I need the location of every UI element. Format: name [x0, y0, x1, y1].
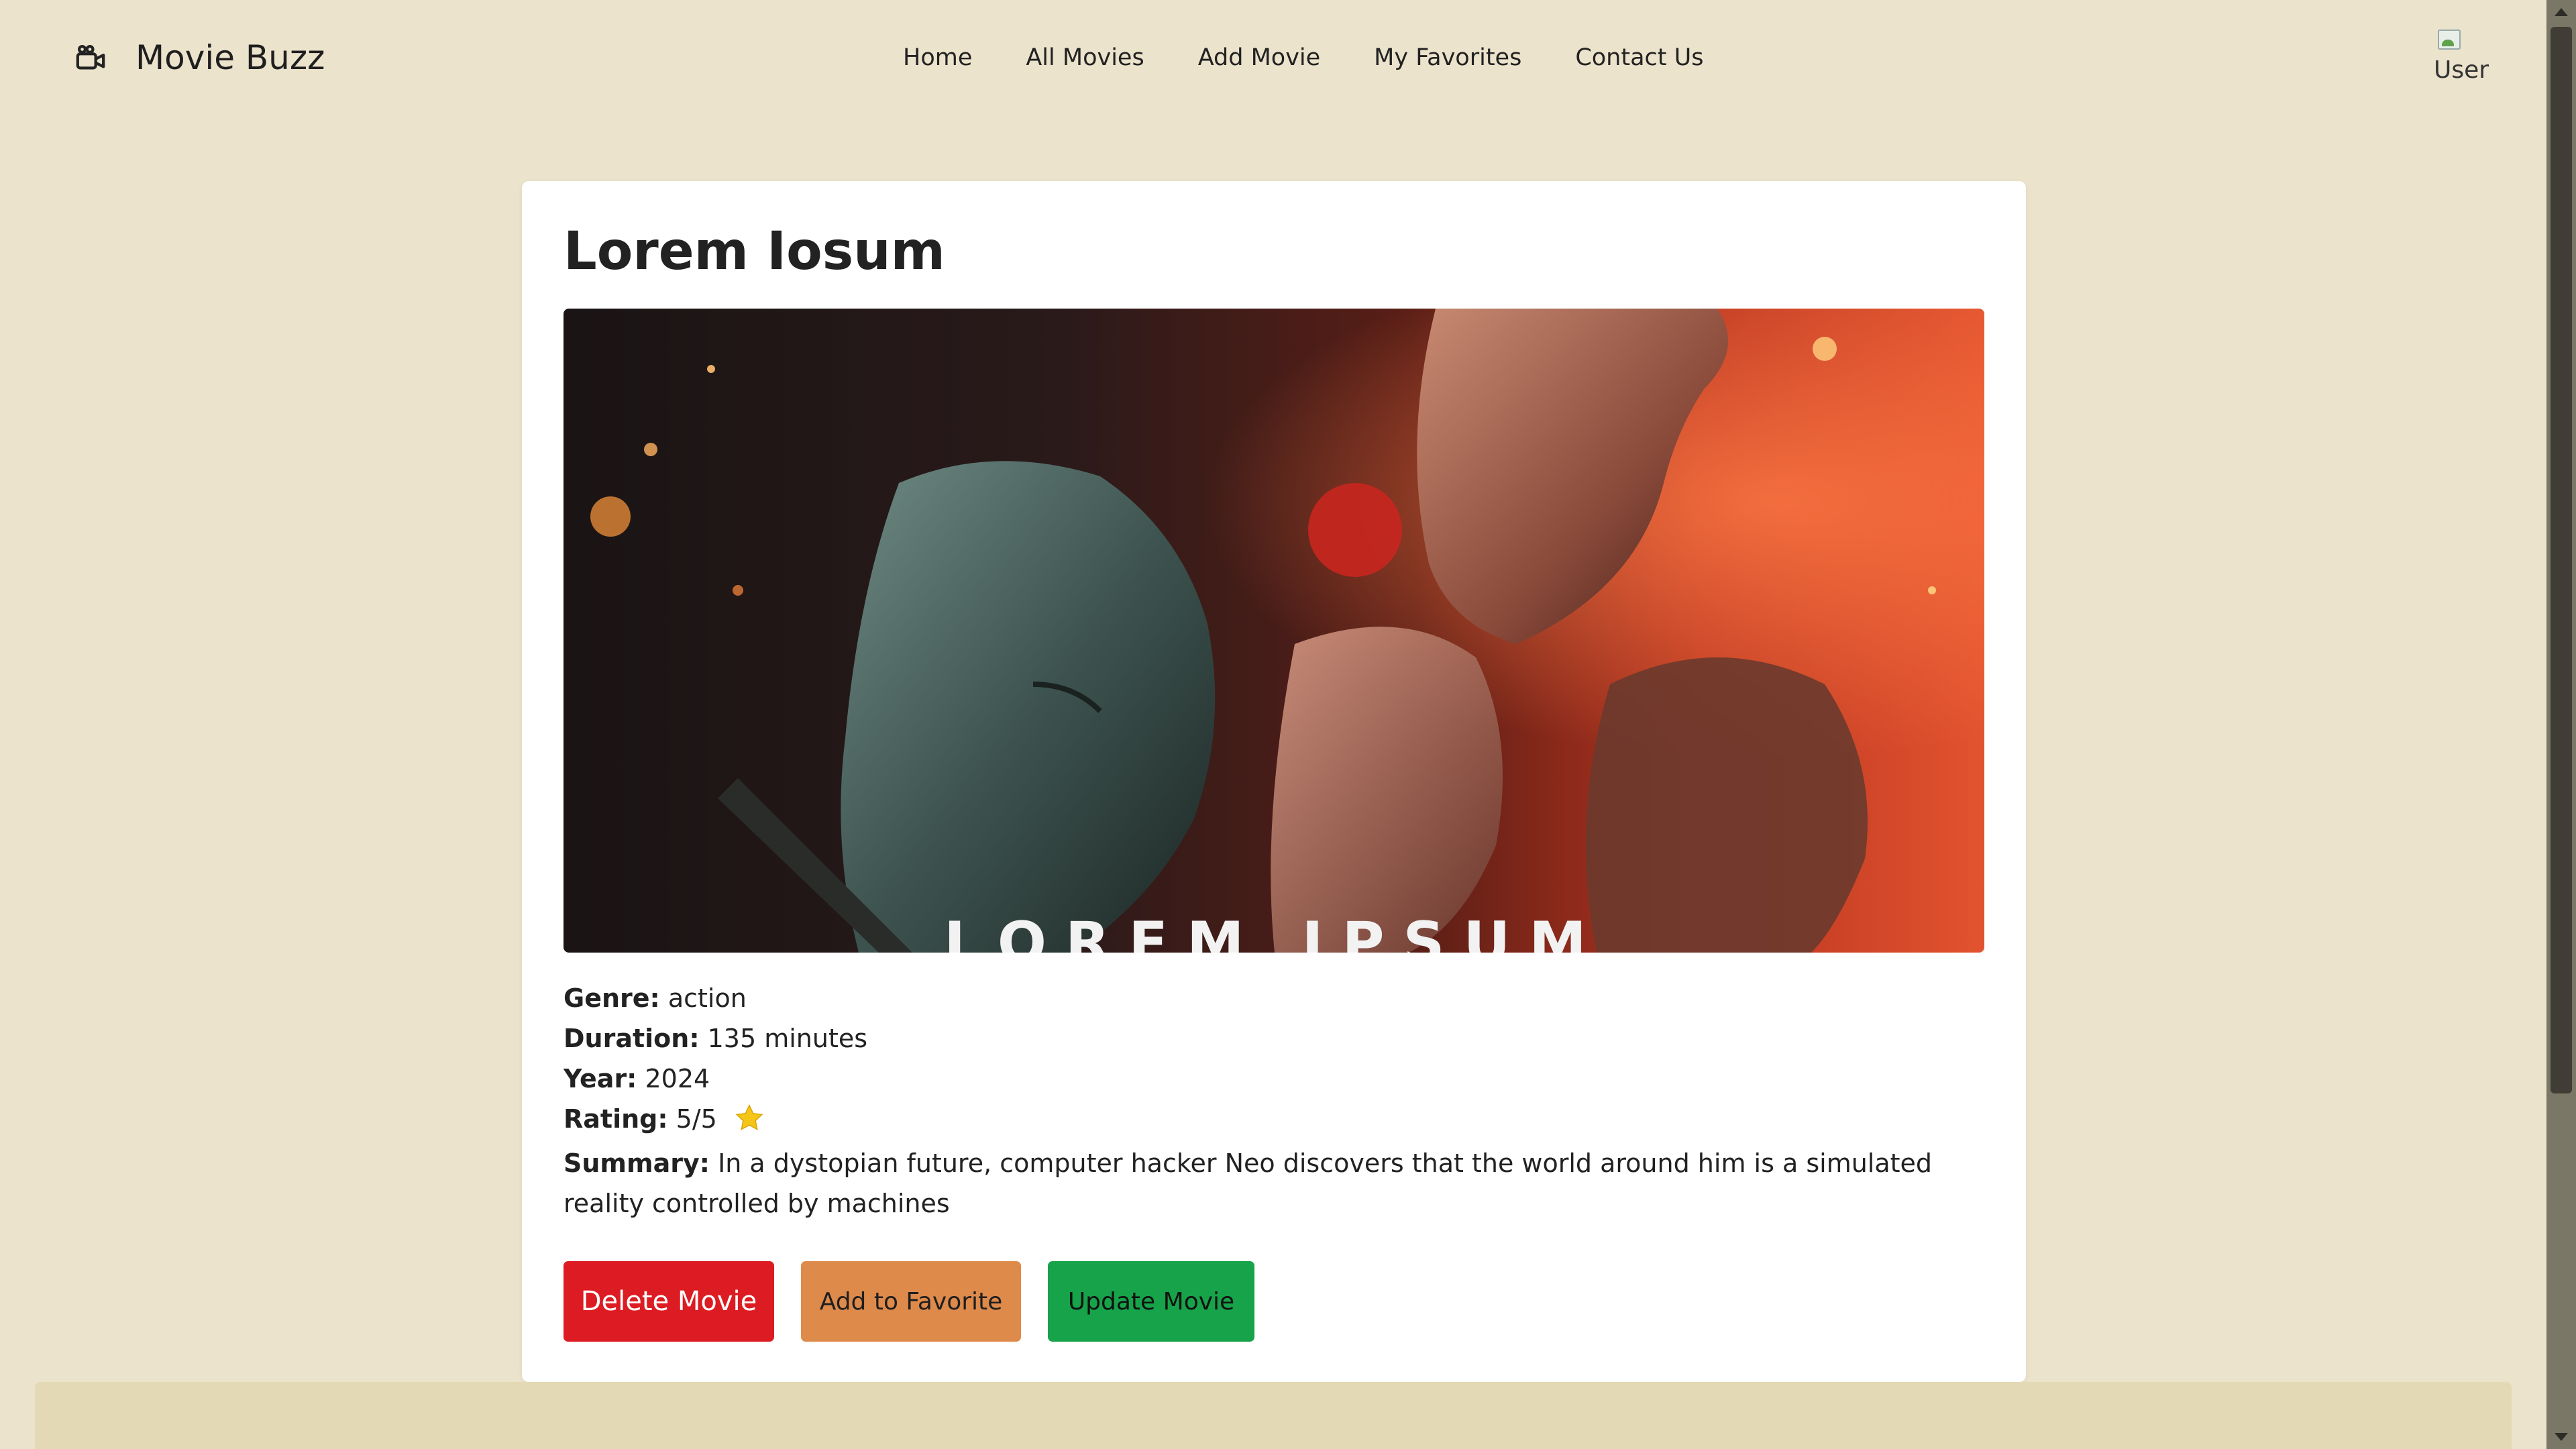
main-nav: Home All Movies Add Movie My Favorites C… [903, 38, 1703, 78]
user-avatar[interactable]: User [2434, 27, 2490, 83]
year-row: Year: 2024 [564, 1059, 1984, 1099]
poster-title-text: LOREM IPSUM [944, 910, 1605, 953]
scroll-down-icon[interactable] [2555, 1433, 2568, 1441]
scroll-up-icon[interactable] [2555, 8, 2568, 16]
footer [35, 1382, 2512, 1449]
nav-my-favorites[interactable]: My Favorites [1374, 44, 1521, 71]
duration-row: Duration: 135 minutes [564, 1018, 1984, 1059]
action-buttons: Delete Movie Add to Favorite Update Movi… [564, 1261, 1281, 1342]
navbar: Movie Buzz Home All Movies Add Movie My … [0, 0, 2546, 115]
nav-contact-us[interactable]: Contact Us [1575, 44, 1703, 71]
avatar-alt-text: User [2434, 56, 2489, 83]
add-to-favorite-button[interactable]: Add to Favorite [801, 1261, 1021, 1342]
delete-movie-button[interactable]: Delete Movie [564, 1261, 774, 1342]
duration-value: 135 minutes [707, 1024, 868, 1053]
update-movie-button[interactable]: Update Movie [1048, 1261, 1254, 1342]
summary-label: Summary: [564, 1148, 710, 1178]
summary-row: Summary: In a dystopian future, computer… [564, 1143, 1984, 1224]
broken-image-icon [2438, 30, 2461, 50]
nav-add-movie[interactable]: Add Movie [1198, 44, 1320, 71]
vertical-scrollbar[interactable] [2546, 0, 2576, 1449]
rating-row: Rating: 5/5 [564, 1099, 1984, 1143]
genre-value: action [667, 983, 747, 1013]
year-label: Year: [564, 1064, 637, 1093]
genre-row: Genre: action [564, 978, 1984, 1018]
scrollbar-thumb[interactable] [2551, 27, 2572, 1093]
movie-detail-card: Lorem Iosum LOREM IPSUM Genre: action Du… [522, 181, 2026, 1382]
year-value: 2024 [645, 1064, 710, 1093]
movie-camera-icon [74, 41, 107, 74]
brand[interactable]: Movie Buzz [74, 38, 325, 78]
genre-label: Genre: [564, 983, 660, 1013]
summary-value: In a dystopian future, computer hacker N… [564, 1148, 1933, 1218]
movie-poster: LOREM IPSUM [564, 309, 1984, 953]
movie-title: Lorem Iosum [564, 221, 945, 282]
duration-label: Duration: [564, 1024, 700, 1053]
nav-home[interactable]: Home [903, 44, 972, 71]
page: Movie Buzz Home All Movies Add Movie My … [0, 0, 2576, 1449]
rating-label: Rating: [564, 1104, 668, 1134]
nav-all-movies[interactable]: All Movies [1026, 44, 1144, 71]
rating-value: 5/5 [676, 1104, 717, 1134]
movie-details: Genre: action Duration: 135 minutes Year… [564, 978, 1984, 1224]
star-icon [735, 1103, 764, 1143]
brand-name: Movie Buzz [136, 38, 325, 77]
